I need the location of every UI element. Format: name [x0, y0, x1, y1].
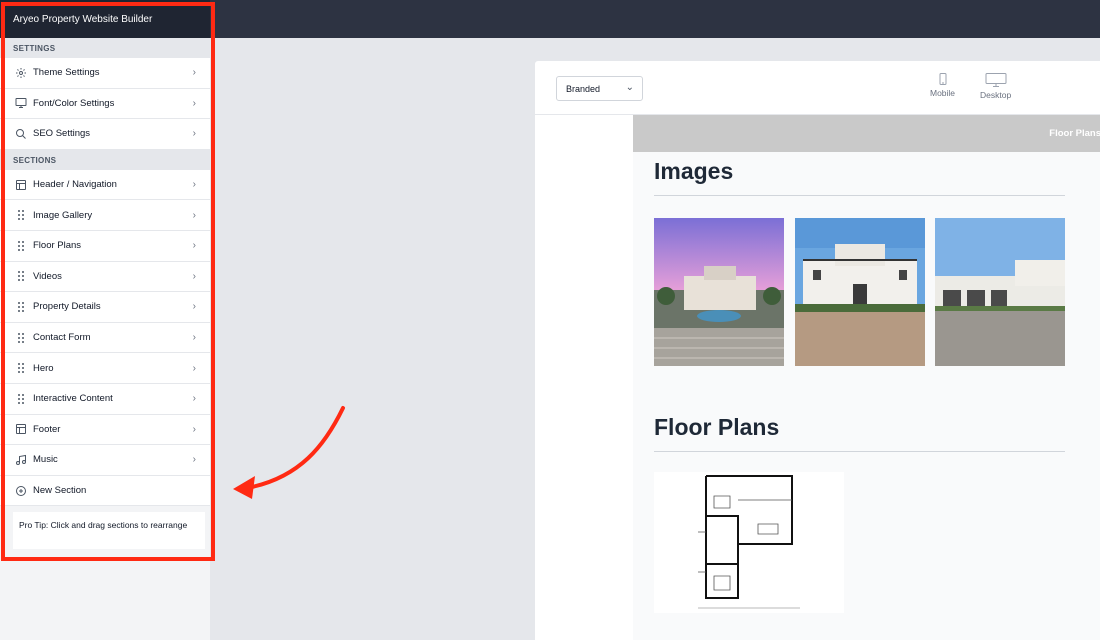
- page-preview: Floor Plans Images Floor Plans: [633, 115, 1100, 640]
- settings-heading: SETTINGS: [0, 38, 210, 58]
- chevron-right-icon: ›: [192, 97, 196, 109]
- sidebar-item-image-gallery[interactable]: Image Gallery ›: [0, 200, 210, 231]
- sidebar-item-footer[interactable]: Footer ›: [0, 414, 210, 446]
- desktop-device-button[interactable]: Desktop: [980, 73, 1011, 100]
- gear-icon: [14, 66, 27, 79]
- floor-plan-image[interactable]: [654, 472, 844, 613]
- new-section-button[interactable]: New Section: [0, 475, 210, 507]
- sidebar: Aryeo Property Website Builder SETTINGS …: [0, 0, 210, 640]
- sidebar-item-label: Footer: [33, 423, 61, 435]
- chevron-right-icon: ›: [192, 240, 196, 252]
- chevron-right-icon: ›: [192, 179, 196, 191]
- desktop-icon: [985, 73, 1007, 87]
- floor-plans-heading: Floor Plans: [654, 414, 780, 440]
- preview-panel: Branded ⌄ Mobile Desktop Floor Plans Ima…: [534, 60, 1100, 640]
- annotation-arrow-icon: [233, 406, 345, 499]
- sidebar-item-label: Image Gallery: [33, 209, 93, 221]
- chevron-right-icon: ›: [192, 332, 196, 344]
- house-photo-front-icon: [795, 218, 925, 366]
- sidebar-item-seo-settings[interactable]: SEO Settings ›: [0, 119, 210, 150]
- layout-icon: [14, 178, 27, 191]
- device-label: Desktop: [980, 90, 1012, 100]
- sidebar-item-label: Theme Settings: [33, 67, 100, 79]
- drag-handle-icon[interactable]: [14, 239, 27, 252]
- sidebar-item-floor-plans[interactable]: Floor Plans ›: [0, 230, 210, 262]
- images-heading: Images: [654, 158, 734, 184]
- sidebar-item-theme-settings[interactable]: Theme Settings ›: [0, 58, 210, 89]
- sidebar-item-label: Contact Form: [33, 332, 91, 344]
- music-note-icon: [14, 453, 27, 466]
- sidebar-item-music[interactable]: Music ›: [0, 445, 210, 476]
- chevron-right-icon: ›: [192, 423, 196, 435]
- layout-icon: [14, 423, 27, 436]
- sidebar-item-property-details[interactable]: Property Details ›: [0, 292, 210, 323]
- chevron-right-icon: ›: [192, 301, 196, 313]
- drag-handle-icon[interactable]: [14, 300, 27, 313]
- house-photo-dusk-icon: [654, 218, 784, 366]
- preview-toolbar: Branded ⌄ Mobile Desktop: [535, 61, 1100, 115]
- chevron-right-icon: ›: [192, 128, 196, 140]
- gallery-image[interactable]: [795, 218, 925, 366]
- floor-plan-drawing-icon: [698, 475, 800, 609]
- chevron-right-icon: ›: [192, 362, 196, 374]
- app-title: Aryeo Property Website Builder: [0, 0, 210, 38]
- theme-select-value: Branded: [566, 84, 601, 94]
- divider: [654, 195, 1065, 196]
- sidebar-item-label: SEO Settings: [33, 128, 91, 140]
- drag-handle-icon[interactable]: [14, 392, 27, 405]
- chevron-right-icon: ›: [192, 393, 196, 405]
- mobile-device-button[interactable]: Mobile: [930, 73, 955, 98]
- sidebar-item-hero[interactable]: Hero ›: [0, 353, 210, 384]
- chevron-down-icon: ⌄: [625, 82, 634, 93]
- drag-handle-icon[interactable]: [14, 270, 27, 283]
- sections-heading: SECTIONS: [0, 149, 210, 170]
- sidebar-item-videos[interactable]: Videos ›: [0, 261, 210, 293]
- sidebar-item-label: Font/Color Settings: [33, 97, 115, 109]
- sidebar-item-label: Header / Navigation: [33, 179, 117, 191]
- sidebar-item-label: Music: [33, 454, 58, 466]
- plus-circle-icon: [14, 484, 27, 497]
- monitor-icon: [14, 97, 27, 110]
- device-label: Mobile: [930, 88, 956, 98]
- drag-handle-icon[interactable]: [14, 331, 27, 344]
- chevron-right-icon: ›: [192, 270, 196, 282]
- search-icon: [14, 127, 27, 140]
- sidebar-item-label: Videos: [33, 270, 62, 282]
- sidebar-item-label: Property Details: [33, 301, 101, 313]
- sidebar-item-label: Floor Plans: [33, 240, 82, 252]
- sidebar-item-label: Interactive Content: [33, 393, 113, 405]
- chevron-right-icon: ›: [192, 454, 196, 466]
- gallery-image[interactable]: [654, 218, 784, 366]
- drag-handle-icon[interactable]: [14, 362, 27, 375]
- phone-icon: [939, 73, 947, 85]
- sidebar-item-contact-form[interactable]: Contact Form ›: [0, 322, 210, 354]
- chevron-right-icon: ›: [192, 209, 196, 221]
- gallery-image[interactable]: [935, 218, 1065, 366]
- nav-link-floor-plans[interactable]: Floor Plans: [1049, 128, 1100, 139]
- sidebar-item-label: Hero: [33, 362, 54, 374]
- pro-tip: Pro Tip: Click and drag sections to rear…: [13, 512, 205, 550]
- sidebar-item-header-navigation[interactable]: Header / Navigation ›: [0, 169, 210, 201]
- theme-select[interactable]: Branded ⌄: [556, 76, 643, 101]
- sidebar-item-font-color-settings[interactable]: Font/Color Settings ›: [0, 88, 210, 120]
- sidebar-item-interactive-content[interactable]: Interactive Content ›: [0, 383, 210, 415]
- drag-handle-icon[interactable]: [14, 209, 27, 222]
- page-nav-bar: Floor Plans: [633, 115, 1100, 152]
- new-section-label: New Section: [33, 485, 87, 497]
- divider: [654, 451, 1065, 452]
- chevron-right-icon: ›: [192, 67, 196, 79]
- house-photo-garage-icon: [935, 218, 1065, 366]
